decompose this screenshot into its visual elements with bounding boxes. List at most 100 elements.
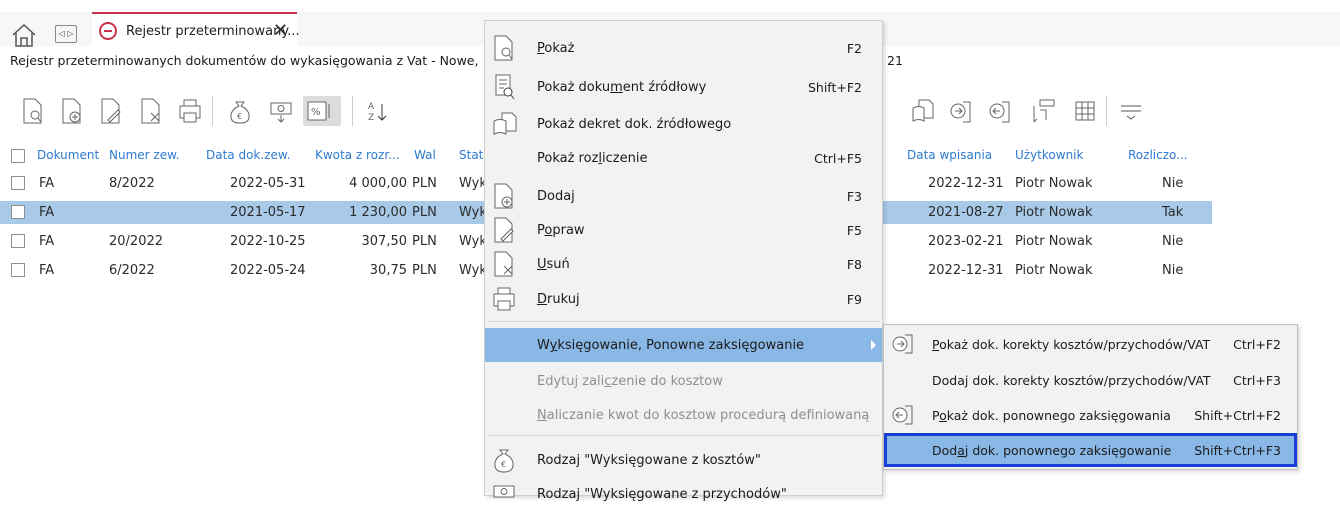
print-icon (491, 284, 519, 314)
show-icon (491, 33, 519, 63)
posting-back-icon[interactable] (987, 96, 1013, 126)
cell-stat: Wyk (459, 234, 487, 249)
cell-uzytkownik: Piotr Nowak (1015, 176, 1093, 191)
percent-icon[interactable]: % (303, 96, 341, 126)
col-dokument[interactable]: Dokument (37, 148, 99, 168)
menu-item-drukuj[interactable]: Drukuj F9 (485, 282, 882, 316)
home-icon[interactable] (10, 22, 38, 48)
cell-wal: PLN (412, 205, 437, 220)
menu-item-pokaz[interactable]: Pokaż F2 (485, 31, 882, 65)
banknote-icon[interactable] (268, 96, 294, 126)
menu-item-wyksiegowanie[interactable]: Wyksięgowanie, Ponowne zaksięgowanie (485, 328, 882, 362)
cell-stat: Wyk (459, 263, 487, 278)
col-uzytkownik[interactable]: Użytkownik (1015, 148, 1083, 168)
tab-rejestr[interactable]: Rejestr przeterminowany... ✕ (92, 12, 300, 48)
cell-data-wpisania: 2023-02-21 (928, 234, 1004, 249)
col-numer-zew[interactable]: Numer zew. (109, 148, 180, 168)
cell-data-wpisania: 2022-12-31 (928, 263, 1004, 278)
menu-item-shortcut: Shift+F2 (807, 80, 862, 95)
document-decree-icon[interactable] (910, 96, 936, 126)
posting-forward-icon (890, 331, 916, 357)
add-icon[interactable] (59, 96, 85, 126)
minus-circle-icon (99, 22, 117, 40)
col-kwota[interactable]: Kwota z rozr... (315, 148, 400, 168)
menu-item-shortcut: F2 (846, 41, 862, 56)
more-menu-icon[interactable] (1118, 96, 1144, 126)
menu-item-pokaz-dokument-zrodlowy[interactable]: Pokaż dokument źródłowy Shift+F2 (485, 70, 882, 104)
submenu-arrow-icon (871, 340, 876, 350)
money-bag-icon: € (491, 445, 519, 475)
cell-numer: 20/2022 (109, 234, 164, 249)
menu-item-label: Rodzaj "Wyksięgowane z kosztów" (537, 453, 761, 468)
document-decree-icon (491, 109, 519, 139)
col-data-wpisania[interactable]: Data wpisania (907, 148, 992, 168)
delete-icon (491, 249, 519, 279)
submenu-item-label: Pokaż dok. ponownego zaksięgowania (932, 408, 1171, 423)
cell-dokument: FA (39, 176, 55, 191)
col-rozliczono[interactable]: Rozliczo... (1128, 148, 1188, 168)
sort-az-icon[interactable]: AZ (365, 96, 391, 126)
menu-item-label: Pokaż (537, 41, 575, 56)
submenu-item-label: Dodaj dok. ponownego zaksięgowanie (932, 443, 1172, 458)
row-checkbox[interactable] (11, 176, 25, 190)
submenu-item-label: Pokaż dok. korekty kosztów/przychodów/VA… (932, 337, 1211, 352)
row-checkbox[interactable] (11, 263, 25, 277)
cell-data-wpisania: 2022-12-31 (928, 176, 1004, 191)
navigation-arrows-button[interactable]: ◁ ▷ (55, 25, 77, 43)
cell-data: 2021-05-17 (230, 205, 306, 220)
add-icon (491, 181, 519, 211)
menu-item-label: Pokaż rozliczenie (537, 151, 648, 166)
menu-item-label: Pokaż dekret dok. źródłowego (537, 117, 732, 132)
money-bag-icon[interactable]: € (227, 96, 253, 126)
print-icon[interactable] (177, 96, 203, 126)
col-wal[interactable]: Wal (414, 148, 436, 168)
submenu-item-dodaj-korekty[interactable]: Dodaj dok. korekty kosztów/przychodów/VA… (884, 363, 1297, 397)
menu-item-pokaz-rozliczenie[interactable]: Pokaż rozliczenie Ctrl+F5 (485, 141, 882, 175)
posting-forward-icon[interactable] (948, 96, 974, 126)
cell-uzytkownik: Piotr Nowak (1015, 263, 1093, 278)
submenu-item-shortcut: Ctrl+F3 (1233, 373, 1281, 388)
svg-text:Z: Z (368, 113, 374, 123)
menu-divider (487, 321, 880, 322)
submenu-item-shortcut: Ctrl+F2 (1233, 337, 1281, 352)
row-checkbox[interactable] (11, 234, 25, 248)
grid-icon[interactable] (1072, 96, 1098, 126)
columns-icon[interactable] (1030, 96, 1056, 126)
edit-icon[interactable] (98, 96, 124, 126)
menu-item-rodzaj-koszty[interactable]: € Rodzaj "Wyksięgowane z kosztów" (485, 443, 882, 477)
menu-item-label: Rodzaj "Wyksięgowane z przychodów" (537, 487, 787, 502)
close-icon[interactable]: ✕ (273, 20, 288, 41)
submenu-item-label: Dodaj dok. korekty kosztów/przychodów/VA… (932, 373, 1211, 388)
row-checkbox[interactable] (11, 205, 25, 219)
delete-icon[interactable] (138, 96, 164, 126)
cell-kwota: 307,50 (361, 234, 408, 249)
cell-kwota: 1 230,00 (349, 205, 407, 220)
submenu-item-pokaz-ponownego[interactable]: Pokaż dok. ponownego zaksięgowania Shift… (884, 398, 1297, 432)
posting-back-icon (890, 402, 916, 428)
col-stat[interactable]: Stat (459, 148, 483, 168)
submenu: Pokaż dok. korekty kosztów/przychodów/VA… (883, 324, 1298, 470)
edit-icon (491, 215, 519, 245)
menu-item-dodaj[interactable]: Dodaj F3 (485, 179, 882, 213)
menu-divider (487, 435, 880, 436)
cell-dokument: FA (39, 234, 55, 249)
submenu-item-pokaz-korekty[interactable]: Pokaż dok. korekty kosztów/przychodów/VA… (884, 327, 1297, 361)
col-data-dok-zew[interactable]: Data dok.zew. (206, 148, 290, 168)
menu-item-popraw[interactable]: Popraw F5 (485, 213, 882, 247)
cell-data: 2022-05-31 (230, 176, 306, 191)
cell-stat: Wyk (459, 176, 487, 191)
cell-rozliczono: Tak (1162, 205, 1184, 220)
cell-wal: PLN (412, 263, 437, 278)
svg-text:€: € (237, 112, 242, 121)
select-all-checkbox[interactable] (11, 149, 25, 163)
menu-item-shortcut: F8 (846, 257, 862, 272)
show-icon[interactable] (20, 96, 46, 126)
menu-item-usun[interactable]: Usuń F8 (485, 247, 882, 281)
menu-item-rodzaj-przychody[interactable]: Rodzaj "Wyksięgowane z przychodów" (485, 477, 882, 511)
submenu-item-dodaj-ponownego[interactable]: Dodaj dok. ponownego zaksięgowanie Shift… (884, 433, 1297, 467)
menu-item-label: Pokaż dokument źródłowy (537, 80, 707, 95)
page-subtitle-tail: 21 (887, 53, 903, 68)
menu-item-shortcut: Ctrl+F5 (814, 151, 862, 166)
menu-item-pokaz-dekret[interactable]: Pokaż dekret dok. źródłowego (485, 107, 882, 141)
menu-item-label: Popraw (537, 223, 585, 238)
